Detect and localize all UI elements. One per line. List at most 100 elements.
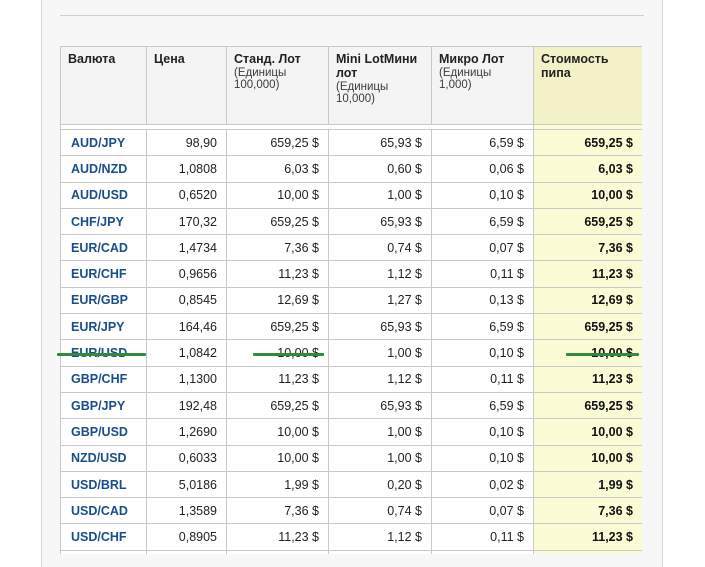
mini-lot-value-cell: 65,93 $ (328, 391, 432, 420)
price-cell: 0,6520 (146, 181, 227, 209)
table-row: AUD/JPY 98,90 659,25 $65,93 $6,59 $659,25 … (60, 128, 642, 157)
standard-lot-value-cell: 659,25 $ (226, 391, 329, 420)
standard-lot-value-cell: 7,36 $ (226, 234, 329, 262)
currency-pair-cell[interactable]: GBP/USD (60, 418, 147, 446)
currency-pair-cell[interactable]: USD/CHF (60, 523, 147, 551)
currency-pair-cell[interactable]: EUR/CHF (60, 260, 147, 288)
price-cell: 0,9656 (146, 260, 227, 288)
pip-value-cell: 12,69 $ (533, 286, 642, 315)
price-cell: 0,6033 (146, 444, 227, 472)
mini-lot-value-cell: 0,74 $ (328, 234, 432, 262)
pip-value-cell: 659,25 $ (533, 313, 642, 341)
table-row: GBP/USD 1,2690 10,00 $1,00 $0,10 $10,00 $ (60, 418, 642, 446)
micro-lot-value-cell: 0,02 $ (431, 470, 534, 499)
standard-lot-value-cell: 6,03 $ (226, 155, 329, 183)
price-cell: 1,0808 (146, 155, 227, 183)
price-cell: 1,2690 (146, 418, 227, 446)
micro-lot-value-cell: 0,10 $ (431, 181, 534, 209)
mini-lot-value-cell: 1,12 $ (328, 260, 432, 288)
pip-value-cell: 659,25 $ (533, 128, 642, 157)
micro-lot-value-cell: 0,07 $ (431, 234, 534, 262)
standard-lot-value-cell: 1,99 $ (226, 470, 329, 499)
micro-lot-value-cell: 0,13 $ (431, 286, 534, 315)
mini-lot-value-cell: 1,12 $ (328, 365, 432, 393)
currency-pair-cell[interactable]: EUR/GBP (60, 286, 147, 315)
micro-lot-value-cell: 6,59 $ (431, 313, 534, 341)
micro-lot-value-cell: 0,01 $ (431, 549, 534, 554)
pip-value-cell: 659,25 $ (533, 207, 642, 236)
pip-value-cell: 6,03 $ (533, 155, 642, 183)
standard-lot-value-cell: 11,23 $ (226, 523, 329, 551)
price-cell: 98,90 (146, 128, 227, 157)
micro-lot-value-cell: 0,07 $ (431, 497, 534, 525)
pip-value-cell: 7,36 $ (533, 234, 642, 262)
mini-lot-value-cell: 1,12 $ (328, 523, 432, 551)
currency-pair-cell[interactable]: EUR/CAD (60, 234, 147, 262)
mini-lot-value-cell: 0,74 $ (328, 497, 432, 525)
currency-pair-cell[interactable]: NZD/USD (60, 444, 147, 472)
divider (60, 15, 644, 16)
table-row: USD/CAD 1,3589 7,36 $0,74 $0,07 $7,36 $ (60, 497, 642, 525)
currency-pair-cell[interactable]: AUD/JPY (60, 128, 147, 157)
table-row: GBP/JPY 192,48 659,25 $65,93 $6,59 $659,25… (60, 391, 642, 420)
currency-pair-cell[interactable]: AUD/USD (60, 181, 147, 209)
standard-lot-value-cell: 10,00 $ (226, 444, 329, 472)
table-row: EUR/JPY 164,46 659,25 $65,93 $6,59 $659,25… (60, 313, 642, 341)
standard-lot-value-cell: 659,25 $ (226, 128, 329, 157)
header-title: Микро Лот (439, 52, 505, 66)
micro-lot-value-cell: 6,59 $ (431, 207, 534, 236)
standard-lot-value-cell: 11,23 $ (226, 260, 329, 288)
micro-lot-value-cell: 0,11 $ (431, 365, 534, 393)
price-cell: 1,3589 (146, 497, 227, 525)
price-cell: 170,32 (146, 207, 227, 236)
pip-value-cell: 11,23 $ (533, 523, 642, 551)
mini-lot-value-cell: 0,20 $ (328, 470, 432, 499)
header-title: Цена (154, 52, 185, 66)
mini-lot-value-cell: 1,00 $ (328, 181, 432, 209)
table-row: USD/BRL 5,0186 1,99 $0,20 $0,02 $1,99 $ (60, 470, 642, 499)
content-panel: Валюта Цена Станд. Лот (Единицы 100,000)… (41, 0, 663, 567)
price-cell: 1,0842 (146, 339, 227, 367)
mini-lot-value-cell: 65,93 $ (328, 207, 432, 236)
pip-value-cell: 10,00 $ (533, 181, 642, 209)
standard-lot-value-cell: 659,25 $ (226, 313, 329, 341)
pip-value-cell: 1,39 $ (533, 549, 642, 554)
currency-pair-cell[interactable]: USD/CNY (60, 549, 147, 554)
currency-pair-cell[interactable]: USD/CAD (60, 497, 147, 525)
pip-value-cell: 11,23 $ (533, 260, 642, 288)
currency-pair-cell[interactable]: AUD/NZD (60, 155, 147, 183)
pip-value-underline-marker (566, 353, 639, 356)
table-row: AUD/USD 0,6520 10,00 $1,00 $0,10 $10,00 $ (60, 181, 642, 209)
price-cell: 5,0186 (146, 470, 227, 499)
micro-lot-value-cell: 0,10 $ (431, 339, 534, 367)
currency-pair-cell[interactable]: USD/BRL (60, 470, 147, 499)
price-cell: 0,8905 (146, 523, 227, 551)
standard-lot-value-cell: 10,00 $ (226, 181, 329, 209)
header-title: Стоимость пипа (541, 52, 609, 80)
table-row: NZD/USD 0,6033 10,00 $1,00 $0,10 $10,00 $ (60, 444, 642, 472)
header-subtitle: (Единицы 1,000) (439, 67, 492, 91)
table-row: EUR/CAD 1,4734 7,36 $0,74 $0,07 $7,36 $ (60, 234, 642, 262)
mini-lot-value-cell: 1,27 $ (328, 286, 432, 315)
currency-pair-cell[interactable]: CHF/JPY (60, 207, 147, 236)
table-row: USD/CNY7,19821,39 $0,14 $0,01 $1,39 $ (60, 549, 642, 554)
currency-pair-cell[interactable]: GBP/CHF (60, 365, 147, 393)
standard-lot-value-cell: 10,00 $ (226, 418, 329, 446)
header-subtitle: (Единицы 10,000) (336, 81, 389, 105)
micro-lot-value-cell: 0,11 $ (431, 260, 534, 288)
table-row: GBP/CHF 1,1300 11,23 $1,12 $0,11 $11,23 $ (60, 365, 642, 393)
pip-value-table: Валюта Цена Станд. Лот (Единицы 100,000)… (60, 46, 642, 554)
header-title: Mini LotМини лот (336, 52, 418, 80)
price-cell: 1,1300 (146, 365, 227, 393)
pip-value-cell: 659,25 $ (533, 391, 642, 420)
currency-pair-cell[interactable]: EUR/JPY (60, 313, 147, 341)
currency-pair-cell[interactable]: GBP/JPY (60, 391, 147, 420)
mini-lot-value-cell: 1,00 $ (328, 444, 432, 472)
price-cell: 1,4734 (146, 234, 227, 262)
table-row: AUD/NZD 1,0808 6,03 $0,60 $0,06 $6,03 $ (60, 155, 642, 183)
pip-value-cell: 1,99 $ (533, 470, 642, 499)
header-title: Валюта (68, 52, 116, 66)
header-mini-lot: Mini LotМини лот (Единицы 10,000) (328, 46, 432, 125)
table-body: AUD/JPY 98,90 659,25 $65,93 $6,59 $659,25 … (60, 124, 642, 554)
micro-lot-value-cell: 0,06 $ (431, 155, 534, 183)
